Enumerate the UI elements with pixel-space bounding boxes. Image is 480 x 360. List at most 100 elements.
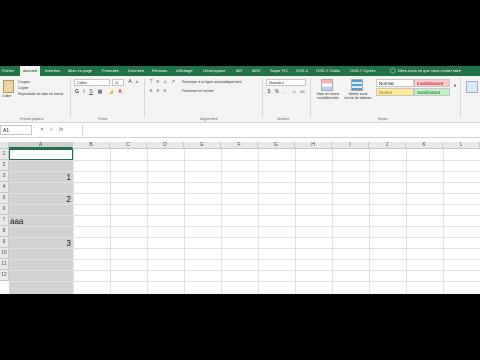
tab-oss-y-outils[interactable]: OSS-Y Outils <box>316 66 340 76</box>
active-cell[interactable] <box>9 149 73 160</box>
row-header-5[interactable]: 5 <box>0 193 9 204</box>
bold-icon[interactable]: G <box>74 89 80 95</box>
row-header-10[interactable]: 10 <box>0 248 9 259</box>
gridline-horizontal <box>9 182 480 183</box>
tab-mise-en-page[interactable]: Mise en page <box>68 66 92 76</box>
shrink-font-icon[interactable]: A <box>134 79 140 85</box>
tab-oss-x[interactable]: OSS-X <box>296 66 308 76</box>
row-header-9[interactable]: 9 <box>0 237 9 248</box>
tab-mr2[interactable]: MR2 <box>252 66 260 76</box>
row-header-8[interactable]: 8 <box>0 226 9 237</box>
currency-icon[interactable]: $ <box>266 89 272 95</box>
column-header-g[interactable]: G <box>258 142 295 149</box>
cancel-icon[interactable]: ✕ <box>40 127 44 133</box>
align-bottom-icon[interactable]: ⊥ <box>162 79 168 85</box>
column-header-a[interactable]: A <box>9 142 73 149</box>
fx-icon[interactable]: fx <box>59 127 63 133</box>
tab-affichage[interactable]: Affichage <box>176 66 193 76</box>
tab-developpeur[interactable]: Développeur <box>203 66 226 76</box>
conditional-formatting-button[interactable]: Mise en forme conditionnelle <box>312 79 342 109</box>
cut-button[interactable]: Couper <box>18 80 30 84</box>
column-header-l[interactable]: L <box>443 142 480 149</box>
row-header-2[interactable]: 2 <box>0 160 9 171</box>
ribbon-divider <box>70 78 71 118</box>
align-top-icon[interactable]: ⊤ <box>148 79 154 85</box>
column-header-h[interactable]: H <box>295 142 332 149</box>
name-box[interactable]: A1 <box>0 125 32 135</box>
row-header-6[interactable]: 6 <box>0 204 9 215</box>
underline-icon[interactable]: S <box>88 89 94 95</box>
align-middle-icon[interactable]: ≡ <box>155 79 161 85</box>
tell-me-search[interactable]: ◯ Dites-nous ce que vous voulez faire <box>390 66 461 76</box>
tab-accueil[interactable]: Accueil <box>20 66 41 76</box>
align-left-icon[interactable]: ≡ <box>148 88 154 94</box>
row-header-1[interactable]: 1 <box>0 149 9 160</box>
decrease-decimal-icon[interactable]: ,00 <box>299 89 305 95</box>
column-header-j[interactable]: J <box>369 142 406 149</box>
column-header-c[interactable]: C <box>110 142 147 149</box>
copy-button[interactable]: Copier <box>18 86 29 90</box>
italic-icon[interactable]: I <box>81 89 87 95</box>
borders-icon[interactable]: ▦ <box>97 89 103 95</box>
formula-bar: A1 ✕ ✓ fx <box>0 123 480 138</box>
group-label-number: Nombre <box>277 117 290 121</box>
tab-formules[interactable]: Formules <box>102 66 119 76</box>
tab-mr[interactable]: MR <box>236 66 242 76</box>
row-header-4[interactable]: 4 <box>0 182 9 193</box>
tab-fichier[interactable]: Fichier <box>2 66 14 76</box>
style-normal[interactable]: Normal <box>376 79 414 87</box>
style-satisfaisant[interactable]: Satisfaisant <box>414 88 450 96</box>
row-header-11[interactable]: 11 <box>0 259 9 270</box>
cell-a5[interactable]: 2 <box>9 194 71 205</box>
insert-cells-icon[interactable] <box>466 81 478 93</box>
align-center-icon[interactable]: ≡ <box>155 88 161 94</box>
style-neutre[interactable]: Neutre <box>376 88 414 96</box>
orientation-icon[interactable]: ↗ <box>170 79 176 85</box>
column-header-d[interactable]: D <box>147 142 184 149</box>
tab-donnees[interactable]: Données <box>128 66 144 76</box>
column-header-e[interactable]: E <box>184 142 221 149</box>
grow-font-icon[interactable]: A <box>127 79 133 85</box>
row-header-7[interactable]: 7 <box>0 215 9 226</box>
gridline-horizontal <box>9 259 480 260</box>
tab-super-fic[interactable]: Super FiC <box>270 66 288 76</box>
percent-icon[interactable]: % <box>274 89 280 95</box>
paste-button[interactable]: Coller <box>2 79 14 103</box>
column-header-k[interactable]: K <box>406 142 443 149</box>
tab-oss-y-cycles[interactable]: OSS-Y Cycles <box>350 66 376 76</box>
format-painter-button[interactable]: Reproduire la mise en forme <box>18 92 63 96</box>
font-color-icon[interactable]: A <box>117 89 123 95</box>
thousands-icon[interactable]: , <box>282 89 288 95</box>
font-size-select[interactable]: 11 <box>112 79 124 86</box>
tab-insertion[interactable]: Insertion <box>45 66 60 76</box>
ribbon-divider <box>144 78 145 118</box>
fill-color-icon[interactable]: ◢ <box>108 89 114 95</box>
enter-icon[interactable]: ✓ <box>50 127 54 133</box>
increase-decimal-icon[interactable]: ,0 <box>291 89 297 95</box>
column-header-b[interactable]: B <box>73 142 110 149</box>
styles-more-icon[interactable]: ▼ <box>452 83 458 89</box>
select-all-button[interactable] <box>0 142 9 149</box>
number-format-select[interactable]: Standard <box>266 79 306 86</box>
cell-a7[interactable]: aaa <box>10 216 23 227</box>
format-as-table-button[interactable]: Mettre sous forme de tableau <box>342 79 372 109</box>
align-right-icon[interactable]: ≡ <box>162 88 168 94</box>
cell-a9[interactable]: 3 <box>9 238 71 249</box>
merge-center-button[interactable]: Fusionner et centrer <box>182 89 214 93</box>
cell-area[interactable]: 1 2 aaa 3 <box>9 149 480 294</box>
ribbon-tab-bar: Fichier Accueil Insertion Mise en page F… <box>0 66 480 76</box>
clipboard-icon <box>3 80 14 93</box>
column-header-i[interactable]: I <box>332 142 369 149</box>
group-label-styles: Styles <box>378 117 388 121</box>
style-insatisfaisant[interactable]: Insatisfaisant <box>414 79 450 87</box>
gridline-horizontal <box>9 248 480 249</box>
group-label-alignment: Alignement <box>200 117 218 121</box>
font-name-select[interactable]: Calibri <box>74 79 110 86</box>
row-header-12[interactable]: 12 <box>0 270 9 281</box>
row-header-3[interactable]: 3 <box>0 171 9 182</box>
tab-revision[interactable]: Révision <box>152 66 167 76</box>
wrap-text-button[interactable]: Renvoyer à la ligne automatiquement <box>182 80 242 84</box>
cell-a3[interactable]: 1 <box>9 172 71 183</box>
formula-input[interactable] <box>82 125 478 135</box>
column-header-f[interactable]: F <box>221 142 258 149</box>
